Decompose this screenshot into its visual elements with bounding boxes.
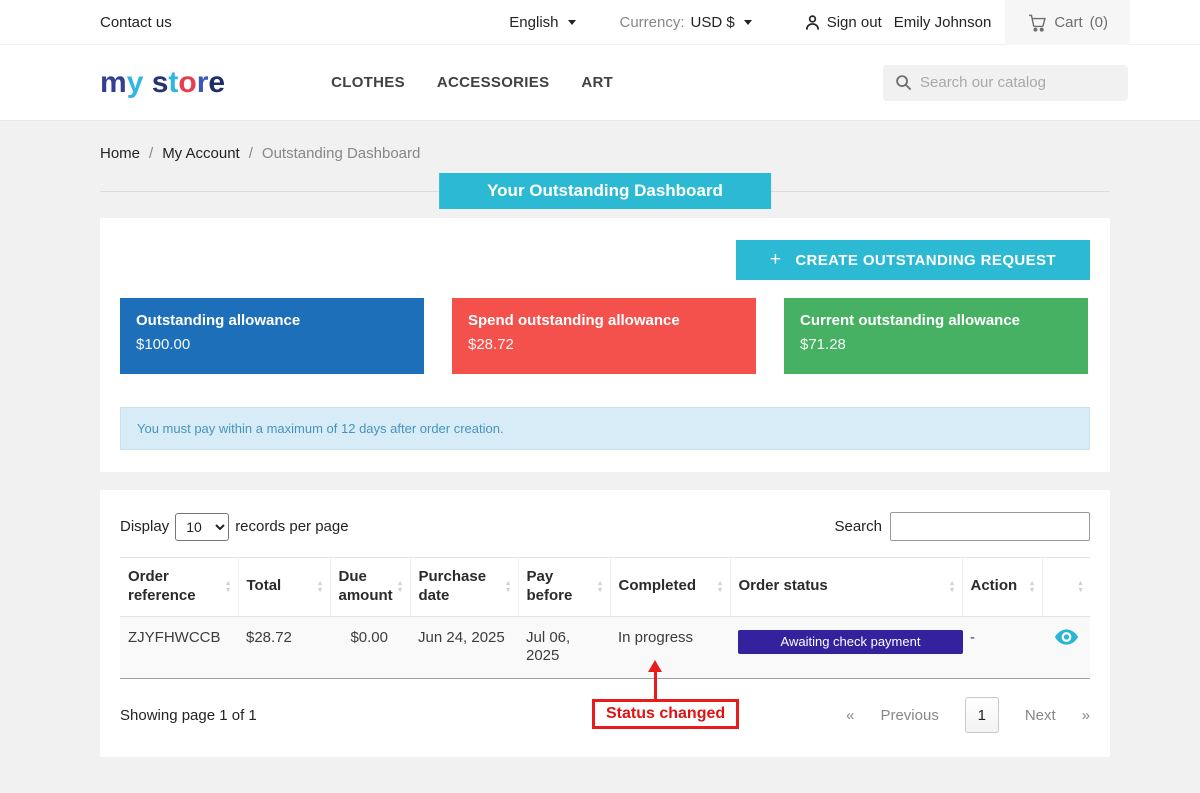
breadcrumb: Home / My Account / Outstanding Dashboar… [100,145,1110,162]
summary-panel: + CREATE OUTSTANDING REQUEST Outstanding… [100,218,1110,472]
sort-icon [717,580,724,594]
card-value: $100.00 [136,336,191,353]
currency-value: USD $ [690,13,735,31]
table-header-row: Order reference Total Due amount Purchas… [120,557,1090,617]
arrow-line [654,671,657,702]
sort-icon [505,580,512,594]
title-row: Your Outstanding Dashboard [100,173,1110,209]
header-pay-before[interactable]: Pay before [518,557,611,617]
sort-icon [949,580,956,594]
payment-info-alert: You must pay within a maximum of 12 days… [120,407,1090,450]
cart-label: Cart [1054,13,1083,31]
orders-table: Order reference Total Due amount Purchas… [120,557,1090,679]
cell-order-status: Awaiting check payment [730,616,963,679]
search-icon [895,74,912,91]
page-body: Home / My Account / Outstanding Dashboar… [0,121,1200,793]
annotation-label: Status changed [606,705,726,722]
nav-art[interactable]: ART [581,74,613,91]
cell-due-amount: $0.00 [330,616,410,679]
header-completed[interactable]: Completed [610,557,731,617]
pagination-first[interactable]: « [846,707,854,724]
breadcrumb-home[interactable]: Home [100,145,140,162]
sort-icon [597,580,604,594]
display-label: Display [120,518,170,535]
breadcrumb-my-account[interactable]: My Account [162,145,240,162]
user-icon [804,14,821,31]
page-title: Your Outstanding Dashboard [439,173,771,209]
main-nav: CLOTHES ACCESSORIES ART [331,74,613,91]
status-badge: Awaiting check payment [738,629,963,654]
sign-out-label: Sign out [826,13,882,31]
sort-icon [1029,580,1036,594]
sort-icon [1077,580,1084,594]
cell-total: $28.72 [238,616,330,679]
plus-icon: + [769,249,782,270]
table-row: ZJYFHWCCB $28.72 $0.00 Jun 24, 2025 Jul … [120,616,1090,679]
chevron-down-icon [743,19,752,25]
user-name[interactable]: Emily Johnson [894,14,992,31]
eye-icon [1054,628,1078,645]
header-order-status[interactable]: Order status [730,557,963,617]
sort-icon [397,580,404,594]
card-value: $28.72 [468,336,514,353]
pagination-next[interactable]: Next [1025,707,1056,724]
card-label: Current outstanding allowance [800,312,1021,329]
breadcrumb-separator: / [248,145,253,162]
pagination-page-1[interactable]: 1 [964,697,999,733]
cart-icon [1027,13,1047,32]
table-search-input[interactable] [890,512,1090,541]
sign-out-link[interactable]: Sign out [804,14,882,31]
create-outstanding-request-button[interactable]: + CREATE OUTSTANDING REQUEST [735,240,1090,280]
card-value: $71.28 [800,336,846,353]
header-action[interactable]: Action [962,557,1043,617]
cell-purchase-date: Jun 24, 2025 [410,616,518,679]
card-spend-allowance: Spend outstanding allowance $28.72 [452,298,756,374]
cell-order-reference: ZJYFHWCCB [120,616,238,679]
card-outstanding-allowance: Outstanding allowance $100.00 [120,298,424,374]
language-label: English [509,13,559,31]
breadcrumb-separator: / [149,145,154,162]
search-input[interactable] [920,74,1116,91]
allowance-cards: Outstanding allowance $100.00 Spend outs… [120,298,1090,374]
cell-view [1042,616,1090,679]
header-purchase-date[interactable]: Purchase date [410,557,519,617]
catalog-search[interactable] [883,64,1128,101]
card-label: Outstanding allowance [136,312,301,329]
page-size-select[interactable]: 10 [175,512,230,541]
nav-clothes[interactable]: CLOTHES [331,74,405,91]
currency-dropdown[interactable]: Currency: USD $ [620,14,752,31]
card-current-allowance: Current outstanding allowance $71.28 [784,298,1088,374]
cell-completed: In progress [610,616,730,679]
cell-pay-before: Jul 06, 2025 [518,616,610,679]
cell-action: - [962,616,1042,679]
table-search-label: Search [834,518,882,535]
header-due-amount[interactable]: Due amount [330,557,411,617]
breadcrumb-current: Outstanding Dashboard [261,145,421,162]
nav-accessories[interactable]: ACCESSORIES [437,74,550,91]
top-bar: Contact us English Currency: USD $ Sign … [0,0,1200,45]
language-dropdown[interactable]: English [509,13,576,31]
currency-label: Currency: [619,13,685,31]
sort-icon [225,580,232,594]
main-header: my store CLOTHES ACCESSORIES ART [0,45,1200,121]
contact-us-link[interactable]: Contact us [100,14,172,31]
store-logo[interactable]: my store [100,66,225,100]
header-order-reference[interactable]: Order reference [120,557,239,617]
header-empty[interactable] [1042,557,1090,617]
create-button-label: CREATE OUTSTANDING REQUEST [795,251,1056,269]
status-changed-annotation: Status changed [592,660,740,729]
showing-page-text: Showing page 1 of 1 [120,706,257,724]
card-label: Spend outstanding allowance [468,312,680,329]
pagination-last[interactable]: » [1082,707,1090,724]
pagination: « Previous 1 Next » [846,697,1090,733]
sort-icon [317,580,324,594]
cart-count: (0) [1089,13,1108,31]
view-order-button[interactable] [1054,628,1078,645]
records-per-page-label: records per page [235,518,349,535]
pagination-previous[interactable]: Previous [880,707,938,724]
header-total[interactable]: Total [238,557,331,617]
chevron-down-icon [567,19,576,25]
cart-button[interactable]: Cart (0) [1005,0,1130,45]
